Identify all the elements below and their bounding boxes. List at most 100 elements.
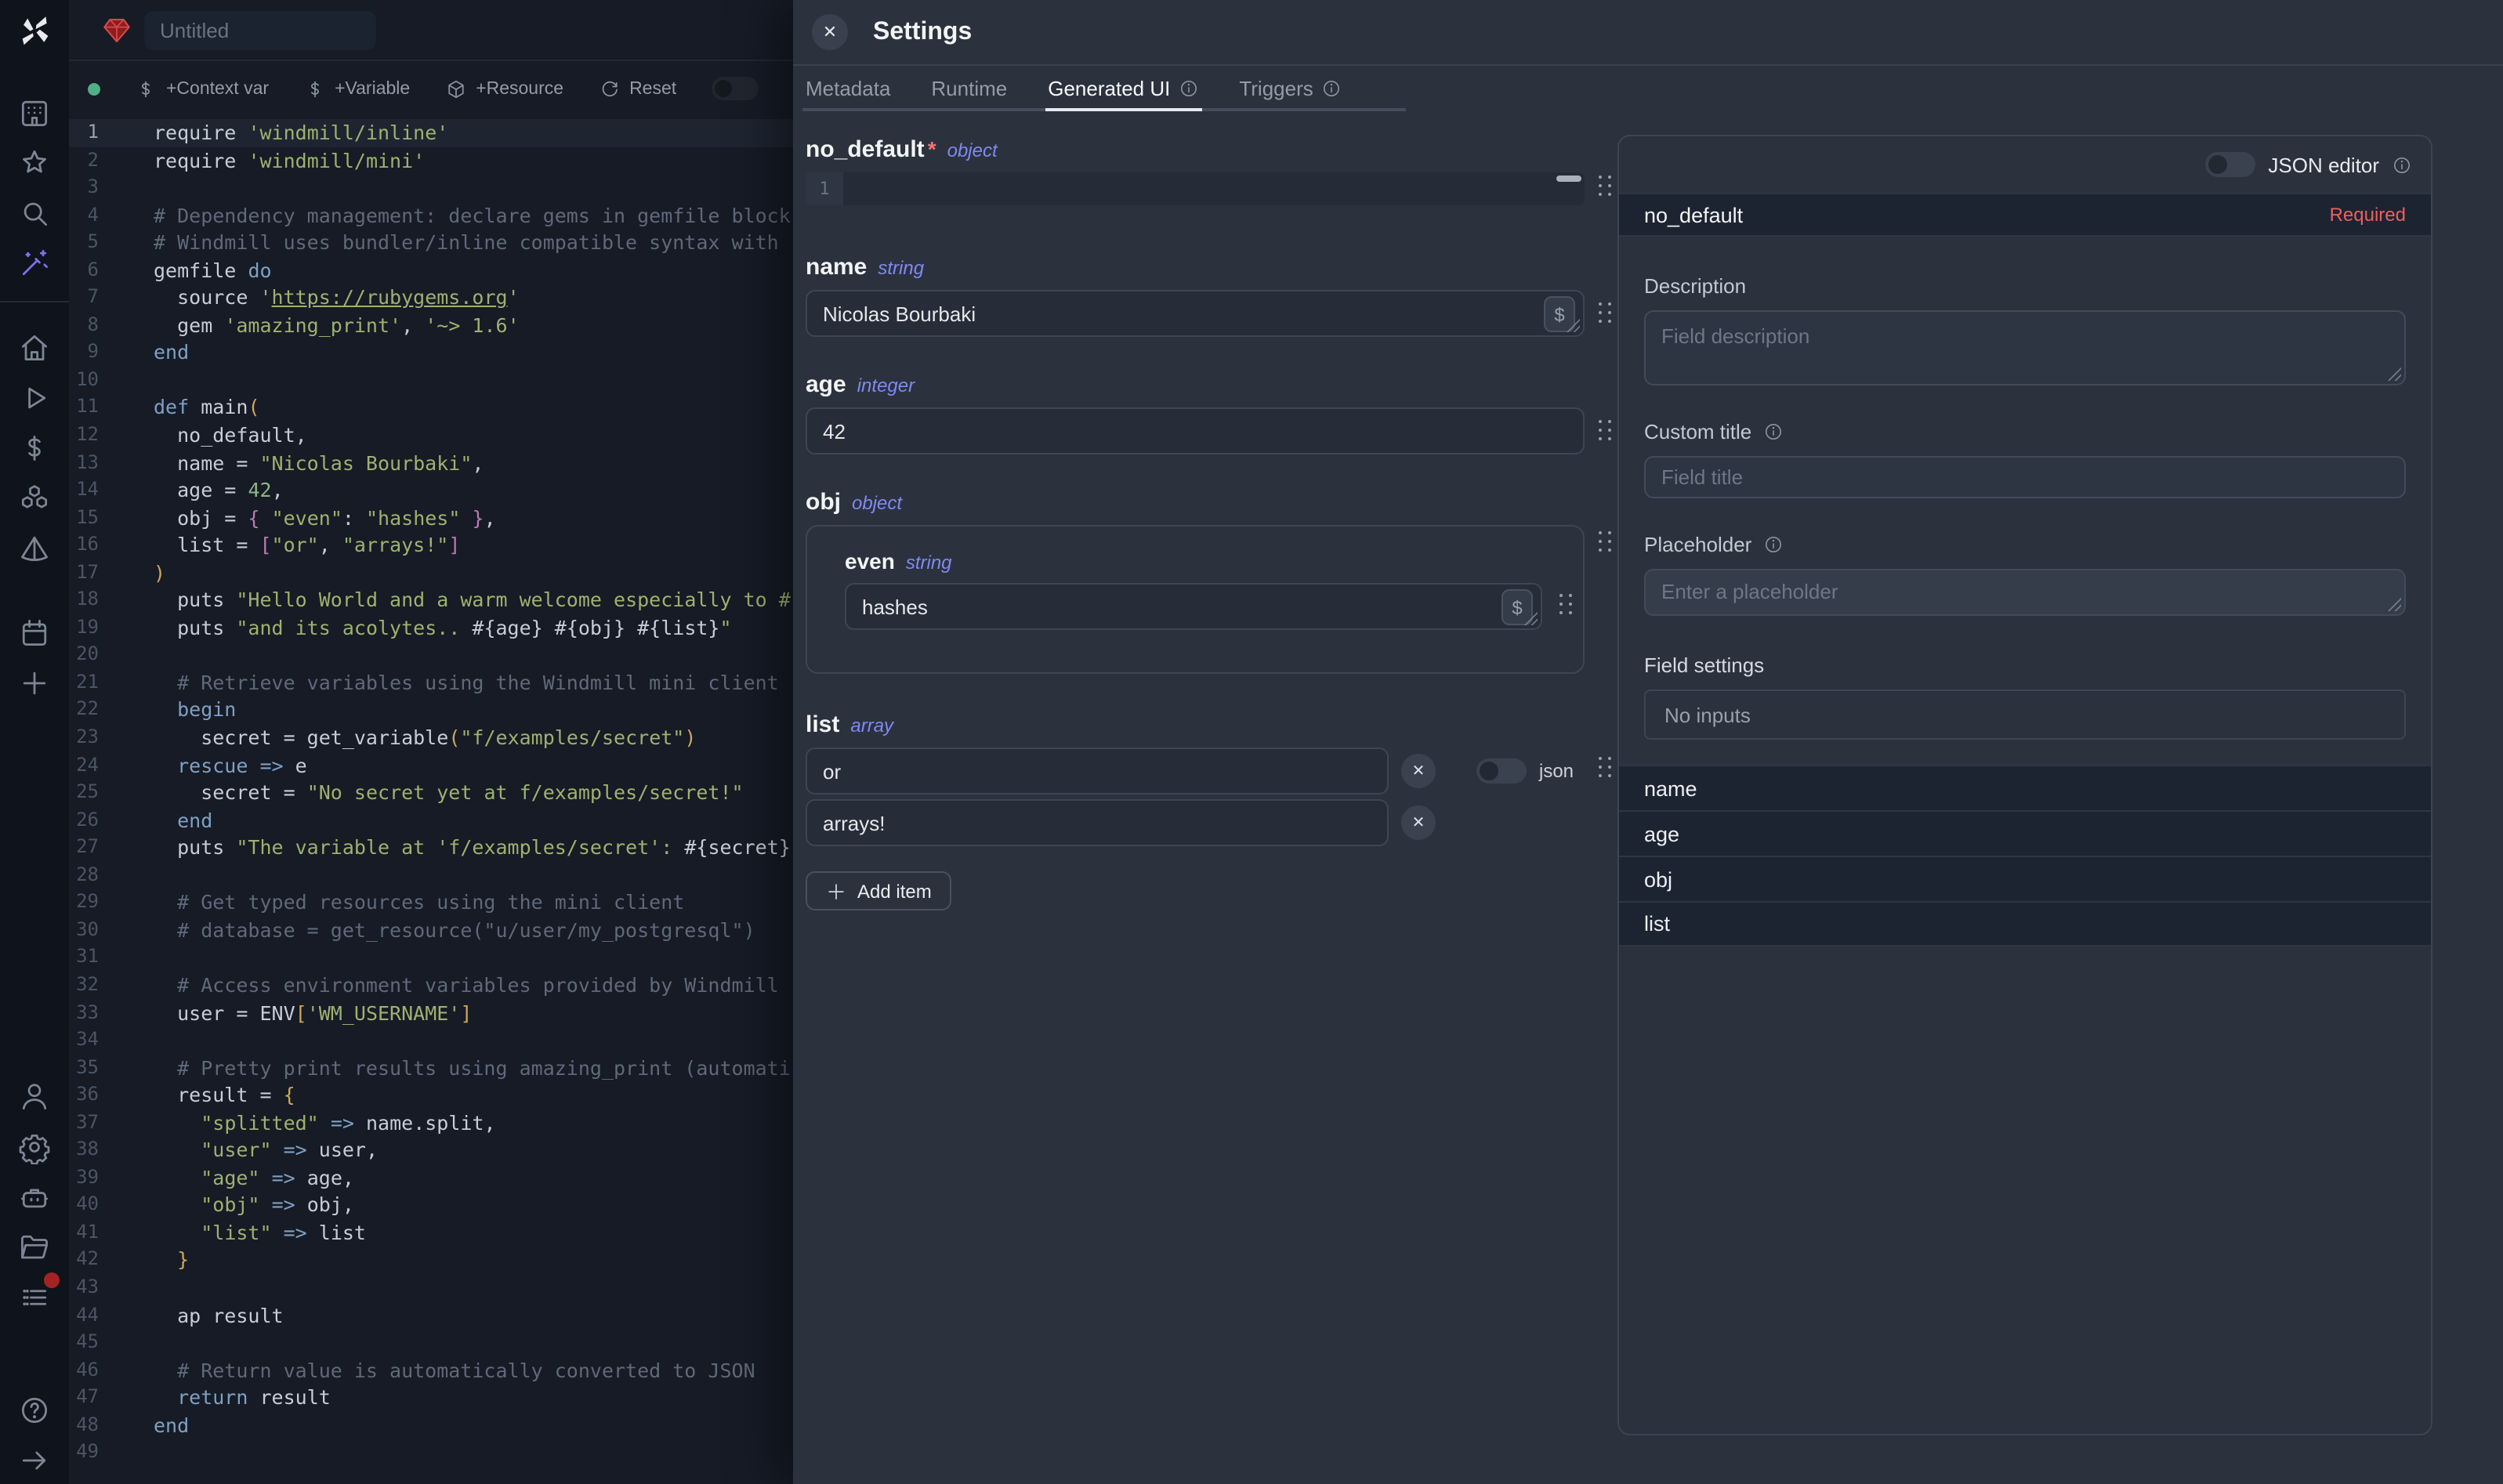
age-input[interactable]: 42 — [806, 407, 1585, 454]
scrollbar-chip[interactable] — [1556, 176, 1581, 182]
field-name: list — [806, 711, 839, 738]
drag-handle[interactable] — [1558, 592, 1572, 616]
field-name: age — [806, 371, 846, 398]
star-icon[interactable] — [17, 146, 52, 180]
list-item-input[interactable]: arrays! — [806, 799, 1389, 846]
robot-icon[interactable] — [17, 1180, 52, 1214]
placeholder-placeholder: Enter a placeholder — [1661, 580, 1838, 603]
context-var-button[interactable]: +Context var — [135, 78, 269, 100]
search-icon[interactable] — [17, 196, 52, 230]
play-icon[interactable] — [17, 381, 52, 415]
reset-button[interactable]: Reset — [598, 78, 676, 100]
left-nav-rail — [0, 0, 69, 1484]
info-icon — [1321, 78, 1342, 99]
plus-icon[interactable] — [17, 666, 52, 700]
field-name: no_default — [806, 136, 925, 163]
prism-icon[interactable] — [17, 531, 52, 566]
field-type: object — [852, 492, 902, 514]
field-name-string: name string Nicolas Bourbaki $ — [806, 254, 1585, 337]
storefront-icon[interactable] — [17, 96, 52, 130]
selected-field-row[interactable]: no_default Required — [1619, 193, 2431, 237]
drag-handle[interactable] — [1597, 530, 1611, 553]
dollar-icon — [135, 78, 157, 100]
no-inputs-text: No inputs — [1664, 703, 1751, 726]
placeholder-textarea[interactable]: Enter a placeholder — [1644, 569, 2406, 616]
selected-field-name: no_default — [1644, 203, 1743, 226]
settings-title: Settings — [873, 18, 972, 46]
field-name: name — [806, 254, 867, 281]
add-item-button[interactable]: ＋ Add item — [806, 871, 952, 910]
info-icon — [1178, 78, 1198, 99]
name-input[interactable]: Nicolas Bourbaki $ — [806, 290, 1585, 337]
plus-icon: ＋ — [826, 876, 846, 906]
json-editor-toggle[interactable] — [2205, 152, 2255, 177]
description-textarea[interactable]: Field description — [1644, 310, 2406, 385]
field-obj: obj object even string hashes $ — [806, 489, 1585, 674]
tab-triggers[interactable]: Triggers — [1239, 66, 1341, 111]
gear-icon[interactable] — [17, 1130, 52, 1164]
drag-handle[interactable] — [1597, 418, 1611, 442]
cubes-icon[interactable] — [17, 481, 52, 516]
home-icon[interactable] — [17, 331, 52, 365]
field-row-name[interactable]: name — [1619, 765, 2431, 810]
tab-runtime[interactable]: Runtime — [931, 66, 1007, 111]
settings-header: ✕ Settings — [793, 0, 2503, 66]
folder-icon[interactable] — [17, 1230, 52, 1265]
user-icon[interactable] — [17, 1080, 52, 1114]
app-window: Untitled +Context var +Variable +Resource R… — [0, 0, 2503, 1484]
field-type: string — [878, 257, 924, 279]
script-title-input[interactable]: Untitled — [144, 11, 376, 50]
tab-generated-ui[interactable]: Generated UI — [1048, 66, 1198, 111]
add-item-label: Add item — [857, 880, 932, 902]
json-toggle-label: json — [1539, 760, 1574, 782]
field-row-list[interactable]: list — [1619, 901, 2431, 947]
field-row-age[interactable]: age — [1619, 810, 2431, 856]
notification-dot — [44, 1272, 60, 1288]
editor-toggle[interactable] — [711, 77, 758, 100]
drag-handle[interactable] — [1597, 301, 1611, 324]
info-icon — [1762, 534, 1783, 555]
close-icon[interactable]: ✕ — [812, 14, 848, 50]
even-value: hashes — [862, 595, 928, 618]
remove-item-icon[interactable]: ✕ — [1401, 805, 1436, 840]
resource-button[interactable]: +Resource — [444, 78, 563, 100]
field-age: age integer 42 — [806, 371, 1585, 454]
json-editor-label: JSON editor — [2268, 153, 2379, 176]
list-item-input[interactable]: or — [806, 747, 1389, 794]
package-icon — [444, 78, 466, 100]
drag-handle[interactable] — [1597, 174, 1611, 197]
age-value: 42 — [823, 419, 846, 443]
drag-handle[interactable] — [1597, 755, 1611, 779]
field-type: integer — [857, 375, 915, 396]
arrow-right-icon[interactable] — [17, 1443, 52, 1478]
list-item-value: or — [823, 759, 841, 783]
field-inspector-panel: JSON editor no_default Required Descript… — [1617, 135, 2432, 1435]
field-settings-label: Field settings — [1644, 653, 1764, 677]
no-default-json-input[interactable]: 1 — [806, 172, 1585, 205]
magic-wand-icon[interactable] — [17, 246, 52, 281]
field-type: object — [947, 139, 998, 161]
info-icon — [1762, 422, 1783, 442]
list-icon[interactable] — [17, 1280, 52, 1315]
remove-item-icon[interactable]: ✕ — [1401, 754, 1436, 788]
script-title-text: Untitled — [160, 19, 229, 42]
json-toggle[interactable] — [1476, 758, 1527, 784]
tab-metadata[interactable]: Metadata — [806, 66, 890, 111]
rail-divider — [0, 301, 69, 302]
help-icon[interactable] — [17, 1393, 52, 1428]
required-badge: Required — [2330, 204, 2406, 226]
even-input[interactable]: hashes $ — [845, 583, 1542, 630]
field-no-default: no_default* object 1 — [806, 136, 1585, 205]
dollar-icon — [303, 78, 325, 100]
json-input-body[interactable] — [843, 172, 1585, 205]
custom-title-input[interactable]: Field title — [1644, 456, 2406, 498]
dollar-var-button[interactable]: $ — [1544, 296, 1575, 332]
dollar-var-button[interactable]: $ — [1501, 589, 1533, 625]
windmill-logo-icon[interactable] — [17, 14, 52, 49]
description-label: Description — [1644, 274, 1746, 298]
dollar-icon[interactable] — [17, 431, 52, 465]
variable-button[interactable]: +Variable — [303, 78, 410, 100]
field-settings-box: No inputs — [1644, 690, 2406, 740]
calendar-icon[interactable] — [17, 616, 52, 650]
field-row-obj[interactable]: obj — [1619, 856, 2431, 901]
